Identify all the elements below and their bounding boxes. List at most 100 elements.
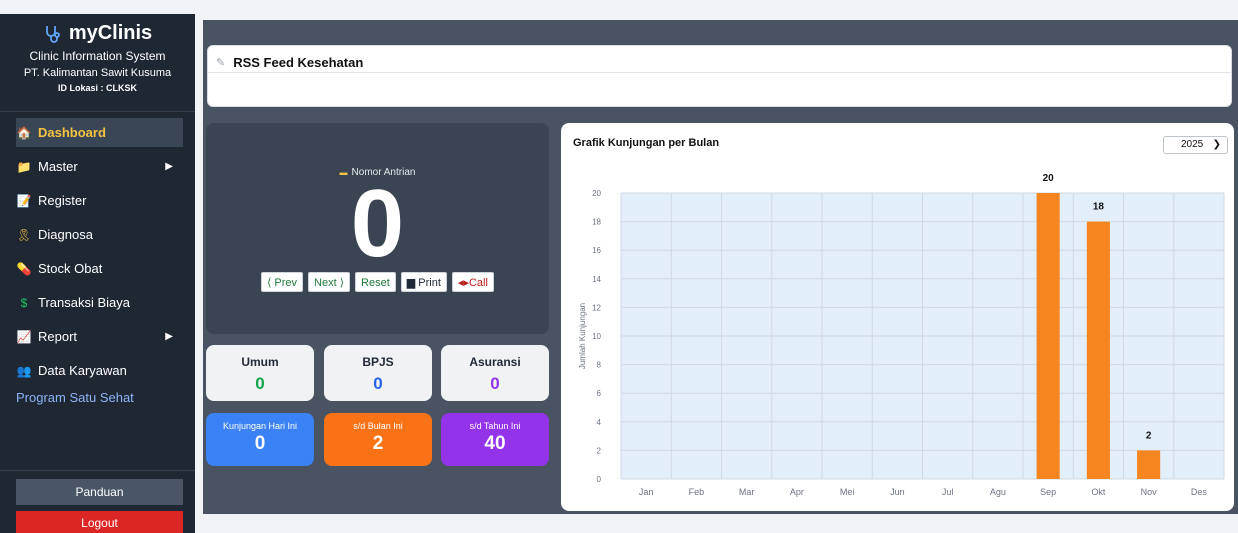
sidebar-item-label: Register: [38, 193, 87, 208]
rss-body: [208, 73, 1231, 107]
card-asuransi-label: Asuransi: [469, 355, 521, 369]
year-select-value: 2025: [1181, 139, 1204, 150]
call-button[interactable]: ◂▸Call: [451, 272, 494, 292]
y-tick-label: 16: [592, 246, 601, 255]
sidebar-item-diagnosa[interactable]: 🎗 Diagnosa: [16, 220, 183, 249]
next-button[interactable]: Next ⟩: [308, 272, 351, 292]
menu-item-program-satu-sehat[interactable]: Program Satu Sehat: [16, 390, 195, 405]
chevron-down-icon: ❯: [1212, 139, 1221, 150]
brand-subtitle: Clinic Information System: [29, 49, 166, 63]
sidebar-item-label: Report: [38, 329, 78, 344]
x-tick-label: Agu: [990, 487, 1006, 497]
rss-title: RSS Feed Kesehatan: [233, 54, 364, 70]
pill-icon: 💊: [16, 261, 32, 276]
sidebar-item-label: Stock Obat: [38, 261, 103, 276]
data-label: 20: [1043, 173, 1055, 184]
year-select[interactable]: 2025 ❯: [1163, 136, 1228, 154]
printer-icon: ▆: [406, 277, 416, 289]
x-tick-label: Jan: [639, 487, 654, 497]
x-tick-label: Okt: [1091, 487, 1106, 497]
card-bpjs-label: BPJS: [362, 355, 394, 369]
chart-panel: 0 2 4 6 8 10 12 14 16 18 20 Jan Feb Mar Apr Mei Jun Jul Ag…: [561, 123, 1234, 511]
panduan-button[interactable]: Panduan: [16, 479, 183, 505]
print-button[interactable]: ▆ Print: [400, 272, 447, 292]
bar: [1036, 193, 1060, 479]
queue-panel: ▬ Nomor Antrian 0 ⟨ Prev Next ⟩ Reset ▆ P…: [206, 123, 549, 334]
register-icon: 📝: [16, 193, 32, 208]
brand-location: ID Lokasi : CLKSK: [57, 83, 137, 93]
rss-header: ✎ RSS Feed Kesehatan: [208, 46, 1231, 73]
x-tick-label: Nov: [1141, 487, 1158, 497]
sidebar-item-dashboard[interactable]: 🏠 Dashboard: [16, 118, 183, 147]
stat-tahun-ini: s/d Tahun Ini 40: [441, 413, 549, 466]
y-tick-label: 14: [592, 275, 601, 284]
x-tick-label: Feb: [689, 487, 705, 497]
stethoscope-icon: [45, 25, 60, 43]
y-axis-label: Jumlah Kunjungan: [578, 303, 587, 369]
stat-kunjungan-hari-ini: Kunjungan Hari Ini 0: [206, 413, 314, 466]
sidebar-item-label: Transaksi Biaya: [38, 295, 130, 310]
card-umum-value: 0: [255, 374, 265, 393]
sidebar: myClinis Clinic Information System PT. K…: [0, 14, 195, 533]
card-asuransi: Asuransi 0: [441, 345, 549, 401]
y-tick-label: 10: [592, 332, 601, 341]
ticket-icon: ▬: [339, 168, 348, 177]
data-label: 18: [1093, 202, 1105, 213]
sidebar-item-report[interactable]: 📈 Report ▶: [16, 322, 183, 351]
y-tick-label: 20: [592, 189, 601, 198]
sidebar-item-master[interactable]: 📁 Master ▶: [16, 152, 183, 181]
stat-bulan-label: s/d Bulan Ini: [353, 421, 403, 431]
queue-buttons: ⟨ Prev Next ⟩ Reset ▆ Print ◂▸Call: [206, 272, 549, 292]
people-icon: 👥: [16, 363, 32, 378]
card-bpjs: BPJS 0: [324, 345, 432, 401]
y-tick-label: 18: [592, 218, 601, 227]
brand-name: myClinis: [68, 22, 153, 44]
x-tick-label: Apr: [790, 487, 804, 497]
y-tick-label: 12: [592, 303, 601, 312]
visits-bar-chart: 0 2 4 6 8 10 12 14 16 18 20 Jan Feb Mar Apr Mei Jun Jul Ag…: [578, 173, 1225, 497]
satellite-icon: ✎: [216, 56, 226, 69]
sidebar-item-label: Diagnosa: [38, 227, 93, 242]
y-tick-label: 8: [597, 361, 602, 370]
card-bpjs-value: 0: [373, 374, 383, 393]
x-tick-label: Sep: [1040, 487, 1056, 497]
sidebar-item-data-karyawan[interactable]: 👥 Data Karyawan: [16, 356, 183, 385]
ribbon-icon: 🎗: [16, 227, 32, 242]
sidebar-footer: Panduan Logout: [0, 470, 195, 533]
sidebar-menu: 🏠 Dashboard 📁 Master ▶ 📝 Register 🎗 Diagnosa 💊 Sto…: [0, 112, 195, 385]
reset-button[interactable]: Reset: [355, 272, 396, 292]
app: myClinis Clinic Information System PT. K…: [0, 0, 1238, 533]
card-umum: Umum 0: [206, 345, 314, 401]
brand: myClinis Clinic Information System PT. K…: [0, 14, 195, 112]
y-tick-label: 4: [597, 418, 602, 427]
chart-title: Grafik Kunjungan per Bulan: [573, 137, 720, 149]
bar: [1137, 450, 1161, 479]
stat-tahun-label: s/d Tahun Ini: [469, 421, 521, 431]
y-tick-label: 6: [597, 389, 602, 398]
sidebar-item-label: Dashboard: [38, 125, 106, 140]
logout-button[interactable]: Logout: [16, 511, 183, 533]
stat-tahun-value: 40: [484, 433, 506, 454]
chevron-right-icon: ▶: [165, 161, 173, 172]
queue-number: 0: [350, 170, 405, 277]
brand-company: PT. Kalimantan Sawit Kusuma: [23, 67, 172, 79]
stat-bulan-value: 2: [372, 433, 384, 454]
brand-title: myClinis: [0, 22, 195, 45]
stat-bulan-ini: s/d Bulan Ini 2: [324, 413, 432, 466]
sidebar-item-stock-obat[interactable]: 💊 Stock Obat: [16, 254, 183, 283]
chevron-right-icon: ▶: [165, 331, 173, 342]
prev-button[interactable]: ⟨ Prev: [261, 272, 304, 292]
x-tick-label: Jun: [890, 487, 905, 497]
sidebar-item-register[interactable]: 📝 Register: [16, 186, 183, 215]
data-label: 2: [1146, 430, 1152, 441]
y-tick-label: 0: [597, 475, 602, 484]
card-asuransi-value: 0: [490, 374, 500, 393]
card-umum-label: Umum: [241, 355, 279, 369]
sidebar-item-label: Data Karyawan: [38, 363, 127, 378]
sidebar-item-transaksi-biaya[interactable]: $ Transaksi Biaya: [16, 288, 183, 317]
rss-panel: ✎ RSS Feed Kesehatan: [207, 45, 1232, 107]
main-content: ✎ RSS Feed Kesehatan ▬ Nomor Antrian 0 ⟨ …: [203, 20, 1238, 514]
x-tick-label: Mei: [840, 487, 855, 497]
folder-icon: 📁: [16, 159, 32, 174]
x-tick-label: Jul: [942, 487, 954, 497]
